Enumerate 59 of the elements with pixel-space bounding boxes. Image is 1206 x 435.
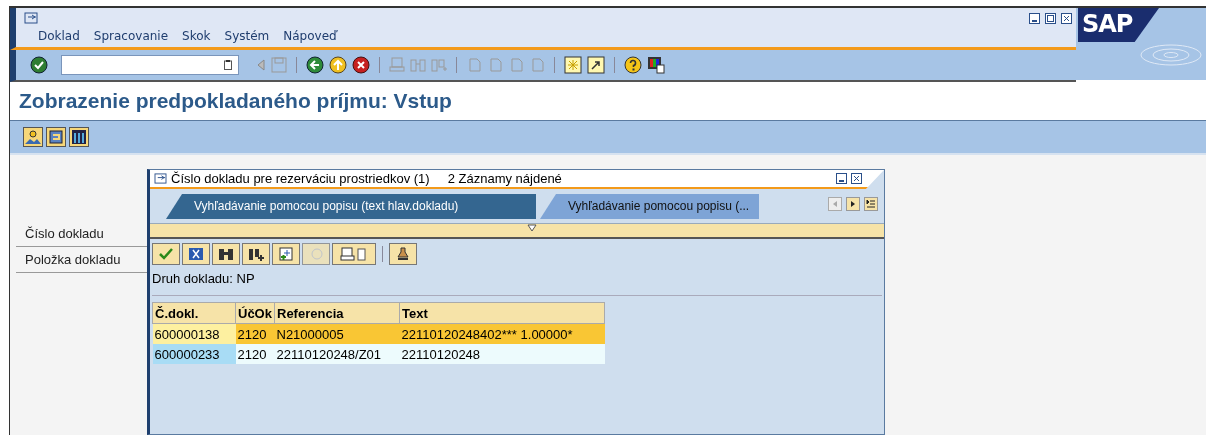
command-field[interactable]: [61, 55, 239, 75]
enter-icon[interactable]: [30, 56, 48, 74]
mortar-icon: [395, 247, 411, 261]
table-cell[interactable]: 22110120248: [399, 344, 605, 364]
columns-icon[interactable]: [69, 127, 89, 147]
menu-item[interactable]: Systém: [224, 29, 270, 43]
new-entry-button[interactable]: [272, 243, 300, 265]
column-header[interactable]: ÚčOk: [235, 302, 275, 324]
exit-icon[interactable]: [329, 56, 347, 74]
checkmark-icon: [158, 247, 174, 261]
menu-item[interactable]: Spracovanie: [93, 29, 169, 43]
window-menu-icon[interactable]: [154, 173, 167, 184]
confirm-button[interactable]: [152, 243, 180, 265]
collapse-icon[interactable]: [527, 224, 537, 232]
minimize-icon[interactable]: [836, 173, 847, 184]
cancel-button[interactable]: [182, 243, 210, 265]
dialog-title: Číslo dokladu pre rezerváciu prostriedkov (1): [171, 171, 430, 186]
table-cell[interactable]: 2120: [235, 344, 275, 364]
clipboard-icon[interactable]: [224, 60, 232, 70]
column-header[interactable]: Č.dokl.: [152, 302, 236, 324]
help-icon[interactable]: [624, 56, 642, 74]
window-menu-icon[interactable]: [24, 12, 38, 24]
tab[interactable]: Vyhľadávanie pomocou popisu (...: [540, 194, 760, 219]
tab[interactable]: Vyhľadávanie pomocou popisu (text hlav.dokladu): [166, 194, 536, 219]
new-session-icon[interactable]: [564, 56, 582, 74]
document-icon[interactable]: [46, 127, 66, 147]
minimize-icon[interactable]: [1029, 12, 1040, 24]
menu-item[interactable]: Nápoveď: [283, 29, 337, 43]
hit-count: 2 Záznamy nájdené: [447, 171, 562, 186]
maximize-icon[interactable]: [1045, 12, 1056, 24]
layout-menu-icon[interactable]: [647, 56, 665, 74]
print-button[interactable]: [332, 243, 376, 265]
table-cell[interactable]: 600000138: [152, 323, 236, 344]
sap-logo: SAP: [1078, 8, 1159, 42]
table-cell[interactable]: 22110120248/Z01: [274, 344, 400, 364]
menu-item[interactable]: Doklad: [38, 29, 80, 43]
column-header[interactable]: Referencia: [274, 302, 400, 324]
cancel-icon: [188, 247, 204, 261]
filter-button[interactable]: [389, 243, 417, 265]
ripple-drawing: [1140, 44, 1202, 66]
document-type-text: Druh dokladu: NP: [152, 271, 882, 296]
close-icon[interactable]: [1061, 12, 1072, 24]
binoculars-icon: [218, 247, 234, 261]
binoculars-plus-icon: [248, 247, 264, 261]
close-icon[interactable]: [851, 173, 862, 184]
find-next-button[interactable]: [242, 243, 270, 265]
new-entry-icon: [278, 247, 294, 261]
picture-icon[interactable]: [23, 127, 43, 147]
circle-icon: [308, 247, 324, 261]
printer-icon: [340, 247, 368, 261]
menu-item[interactable]: Skok: [182, 29, 211, 43]
column-header[interactable]: Text: [399, 302, 605, 324]
table-cell[interactable]: 600000233: [152, 344, 236, 364]
scroll-right-icon[interactable]: [846, 197, 860, 211]
tab-list-icon[interactable]: [864, 197, 878, 211]
cancel-icon[interactable]: [352, 56, 370, 74]
shortcut-icon[interactable]: [587, 56, 605, 74]
back-icon[interactable]: [306, 56, 324, 74]
find-button[interactable]: [212, 243, 240, 265]
